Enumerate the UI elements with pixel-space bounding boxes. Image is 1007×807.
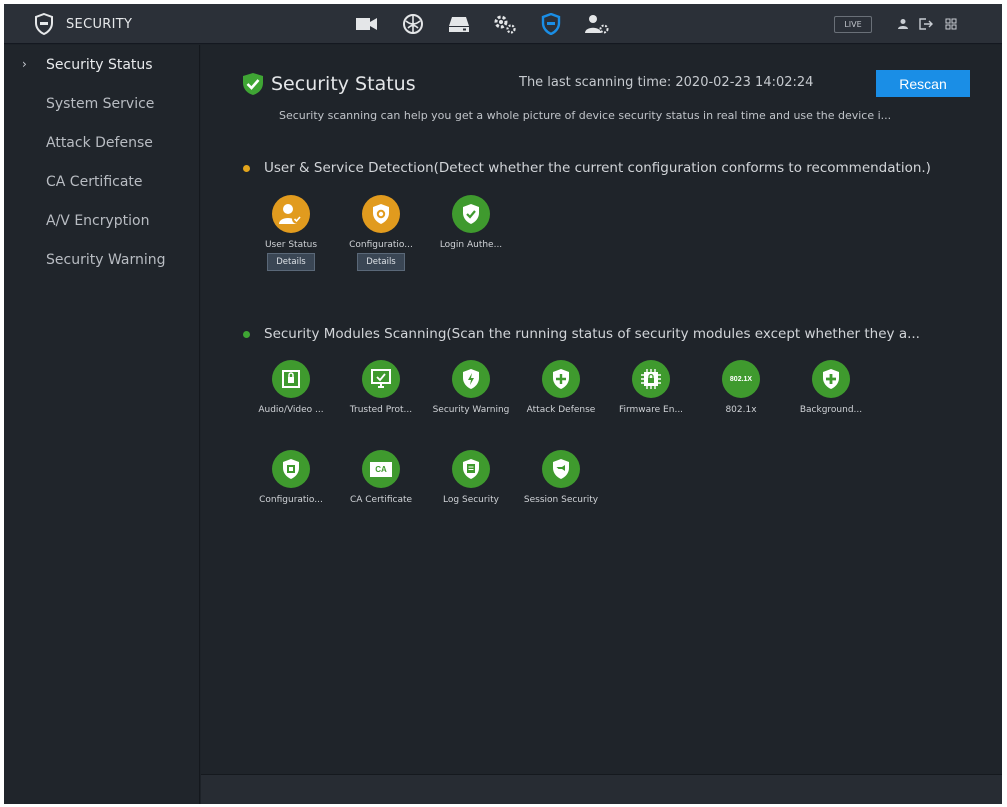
badge-ca: CA (375, 464, 387, 474)
user-status-icon (272, 195, 310, 233)
storage-icon[interactable] (441, 4, 477, 44)
tile-label: Security Warning (432, 405, 510, 415)
sidebar-item-attack-defense[interactable]: Attack Defense (4, 123, 199, 162)
audio-video-icon (272, 360, 310, 398)
trusted-protection-icon (362, 360, 400, 398)
app-window: SECURITY LIVE › Security Status System S… (4, 4, 1002, 804)
user-service-detection-header: User & Service Detection(Detect whether … (243, 160, 931, 176)
sidebar-item-label: CA Certificate (46, 173, 143, 190)
rescan-button[interactable]: Rescan (876, 70, 970, 97)
tile-label: Firmware En... (618, 405, 684, 415)
main-nav (349, 4, 625, 44)
main-panel: Security Status The last scanning time: … (201, 45, 1002, 774)
tile-label: Attack Defense (526, 405, 596, 415)
live-button[interactable]: LIVE (834, 16, 872, 33)
last-scan-time: The last scanning time: 2020-02-23 14:02… (519, 75, 814, 90)
details-button-user-status[interactable]: Details (267, 253, 315, 271)
tile-background[interactable]: Background... (788, 360, 874, 415)
app-title: SECURITY (66, 16, 133, 32)
page-title: Security Status (271, 73, 416, 95)
tile-label: Session Security (523, 495, 599, 505)
user-icon[interactable] (897, 18, 909, 30)
tile-label: Trusted Prot... (349, 405, 413, 415)
title-row: Security Status (241, 71, 416, 97)
security-warning-icon (452, 360, 490, 398)
sidebar-item-av-encryption[interactable]: A/V Encryption (4, 201, 199, 240)
tile-802-1x[interactable]: 802.1X 802.1x (698, 360, 784, 415)
sidebar: › Security Status System Service Attack … (4, 45, 200, 804)
layout-icon[interactable] (945, 18, 957, 30)
top-bar: SECURITY LIVE (4, 4, 1002, 44)
description-text: Security scanning can help you get a who… (279, 109, 892, 122)
802-1x-icon: 802.1X (722, 360, 760, 398)
tile-ca-certificate[interactable]: CA CA Certificate (338, 450, 424, 505)
tile-label: CA Certificate (349, 495, 413, 505)
sidebar-item-label: Security Status (46, 56, 153, 73)
sidebar-item-security-status[interactable]: › Security Status (4, 45, 199, 84)
tile-login-authentication[interactable]: Login Authe... (428, 195, 514, 250)
tile-security-warning[interactable]: Security Warning (428, 360, 514, 415)
tile-label: Login Authe... (439, 240, 503, 250)
security-modules-scanning-header: Security Modules Scanning(Scan the runni… (243, 326, 920, 342)
tile-label: User Status (264, 240, 318, 250)
sidebar-item-system-service[interactable]: System Service (4, 84, 199, 123)
tile-session-security[interactable]: Session Security (518, 450, 604, 505)
brand: SECURITY (34, 4, 132, 44)
tile-attack-defense[interactable]: Attack Defense (518, 360, 604, 415)
ca-certificate-icon: CA (362, 450, 400, 488)
login-authentication-icon (452, 195, 490, 233)
tile-configuration[interactable]: Configuratio... Details (338, 195, 424, 271)
configuration-security-icon (272, 450, 310, 488)
footer-bar (201, 774, 1002, 804)
tile-configuration-security[interactable]: Configuratio... (248, 450, 334, 505)
sidebar-item-label: A/V Encryption (46, 212, 150, 229)
details-button-configuration[interactable]: Details (357, 253, 405, 271)
account-icon[interactable] (579, 4, 615, 44)
shield-check-icon (243, 73, 263, 95)
sidebar-item-security-warning[interactable]: Security Warning (4, 240, 199, 279)
section-title: User & Service Detection(Detect whether … (264, 160, 931, 176)
attack-defense-icon (542, 360, 580, 398)
camera-icon[interactable] (349, 4, 385, 44)
tile-label: Audio/Video ... (258, 405, 324, 415)
sidebar-item-label: Security Warning (46, 251, 166, 268)
warning-dot-icon (243, 164, 250, 172)
sidebar-item-label: Attack Defense (46, 134, 153, 151)
section-title: Security Modules Scanning(Scan the runni… (264, 326, 920, 342)
tile-firmware-encryption[interactable]: Firmware En... (608, 360, 694, 415)
ok-dot-icon (243, 330, 250, 338)
sidebar-item-ca-certificate[interactable]: CA Certificate (4, 162, 199, 201)
badge-802-1x: 802.1X (729, 375, 753, 383)
security-shield-icon (35, 13, 53, 35)
log-security-icon (452, 450, 490, 488)
network-icon[interactable] (395, 4, 431, 44)
tile-label: 802.1x (725, 405, 757, 415)
system-gear-icon[interactable] (487, 4, 523, 44)
session-security-icon (542, 450, 580, 488)
security-shield-icon-active[interactable] (533, 4, 569, 44)
tile-label: Configuratio... (259, 495, 323, 505)
tile-label: Configuratio... (349, 240, 413, 250)
tile-label: Background... (799, 405, 863, 415)
top-right-tools (897, 4, 967, 44)
configuration-icon (362, 195, 400, 233)
tile-log-security[interactable]: Log Security (428, 450, 514, 505)
tile-label: Log Security (443, 495, 499, 505)
tile-trusted-protection[interactable]: Trusted Prot... (338, 360, 424, 415)
sidebar-item-label: System Service (46, 95, 155, 112)
chevron-right-icon: › (22, 57, 27, 71)
logout-icon[interactable] (919, 18, 935, 30)
tile-audio-video[interactable]: Audio/Video ... (248, 360, 334, 415)
certificate-card: CA (370, 461, 392, 477)
tile-user-status[interactable]: User Status Details (248, 195, 334, 271)
background-icon (812, 360, 850, 398)
firmware-encryption-icon (632, 360, 670, 398)
